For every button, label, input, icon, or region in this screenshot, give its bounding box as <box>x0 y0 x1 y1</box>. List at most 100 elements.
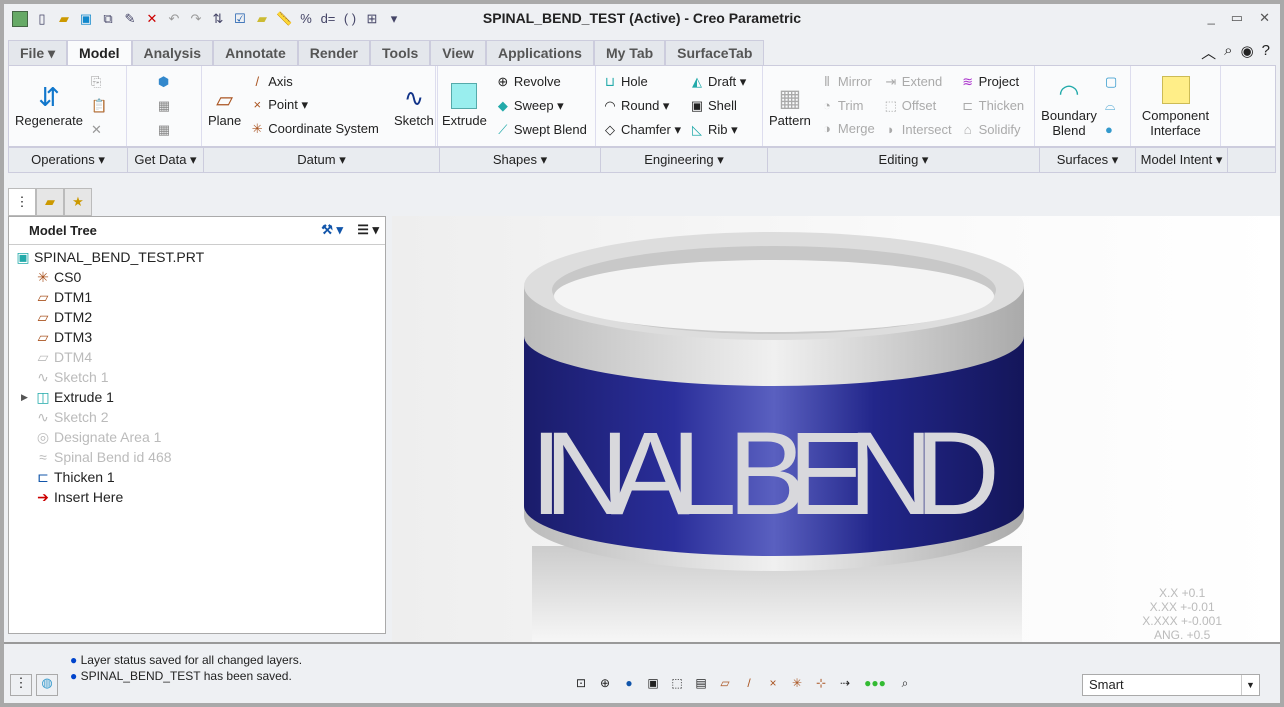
copy-geometry-icon[interactable]: ▦ <box>158 98 170 114</box>
style-icon[interactable]: ⌓ <box>1105 98 1117 114</box>
maximize-icon[interactable]: ▭ <box>1231 10 1243 26</box>
surfaces-group-label[interactable]: Surfaces ▾ <box>1040 148 1136 172</box>
shrinkwrap-icon[interactable]: ▦ <box>158 122 170 138</box>
tree-item[interactable]: ▶ ◫ Extrude 1 <box>9 387 385 407</box>
axis-display-icon[interactable]: / <box>740 676 758 694</box>
tree-item[interactable]: ⊏ Thicken 1 <box>9 467 385 487</box>
display-style-icon[interactable]: ▣ <box>644 676 662 694</box>
tree-item[interactable]: ▱ DTM1 <box>9 287 385 307</box>
show-browser-icon[interactable]: ◍ <box>36 674 58 696</box>
paste-icon[interactable]: 📋 <box>91 98 107 114</box>
tab-surface-tab[interactable]: SurfaceTab <box>665 40 765 66</box>
saved-views-icon[interactable]: ⬚ <box>668 676 686 694</box>
thicken-button[interactable]: ⊏ Thicken <box>960 98 1024 114</box>
draft-button[interactable]: ◭ Draft ▾ <box>689 74 746 90</box>
tree-show-icon[interactable]: ☰ ▾ <box>357 222 379 238</box>
pattern-button[interactable]: ▦ Pattern <box>769 70 811 142</box>
minimize-icon[interactable]: _ <box>1208 10 1215 26</box>
tree-item[interactable]: ∿ Sketch 2 <box>9 407 385 427</box>
tab-my-tab[interactable]: My Tab <box>593 40 666 66</box>
copy-icon[interactable]: ⎘ <box>91 74 107 90</box>
revolve-button[interactable]: ⊕ Revolve <box>495 74 587 90</box>
operations-group: ⇵ Regenerate ⎘ 📋 ✕ <box>9 66 127 146</box>
help-icon[interactable]: ? <box>1262 42 1270 63</box>
datum-group-label[interactable]: Datum ▾ <box>204 148 440 172</box>
show-navigator-icon[interactable]: ⋮ <box>10 674 32 696</box>
editing-group-label[interactable]: Editing ▾ <box>768 148 1040 172</box>
merge-button[interactable]: ◑ Merge <box>819 121 875 136</box>
sketch-button[interactable]: ∿ Sketch <box>394 70 434 142</box>
tree-item[interactable]: ▱ DTM3 <box>9 327 385 347</box>
engineering-group-label[interactable]: Engineering ▾ <box>601 148 768 172</box>
tab-tools[interactable]: Tools <box>370 40 431 66</box>
fill-icon[interactable]: ▢ <box>1105 74 1117 90</box>
sweep-button[interactable]: ◆ Sweep ▾ <box>495 98 587 114</box>
coordinate-system-button[interactable]: ✳ Coordinate System <box>249 121 379 137</box>
offset-button[interactable]: ⬚ Offset <box>883 98 952 114</box>
shapes-group-label[interactable]: Shapes ▾ <box>440 148 601 172</box>
axis-button[interactable]: / Axis <box>249 74 379 89</box>
tree-settings-icon[interactable]: ⚒ ▾ <box>321 222 343 238</box>
selection-filter-select[interactable]: Smart ▼ <box>1082 674 1260 696</box>
chevron-down-icon[interactable]: ▼ <box>1241 675 1259 695</box>
repaint-icon[interactable]: ● <box>620 676 638 694</box>
get-data-group-label[interactable]: Get Data ▾ <box>128 148 204 172</box>
model-intent-group-label[interactable]: Model Intent ▾ <box>1136 148 1228 172</box>
component-interface-button[interactable]: Component Interface <box>1137 70 1214 142</box>
regenerate-button[interactable]: ⇵ Regenerate <box>15 70 83 142</box>
solidify-button[interactable]: ⌂ Solidify <box>960 122 1025 137</box>
annotation-display-icon[interactable]: ⇢ <box>836 676 854 694</box>
intersect-button[interactable]: ◗ Intersect <box>883 122 952 137</box>
tab-annotate[interactable]: Annotate <box>213 40 298 66</box>
spin-center-icon[interactable]: ⊹ <box>812 676 830 694</box>
project-button[interactable]: ≋ Project <box>960 74 1025 90</box>
trim-button[interactable]: ◔ Trim <box>819 98 875 113</box>
folder-browser-tab-icon[interactable]: ▰ <box>36 188 64 216</box>
csys-display-icon[interactable]: ✳ <box>788 676 806 694</box>
freestyle-icon[interactable]: ● <box>1105 122 1117 137</box>
favorites-tab-icon[interactable]: ★ <box>64 188 92 216</box>
extend-button[interactable]: ⇥ Extend <box>883 74 952 90</box>
point-button[interactable]: × Point ▾ <box>249 97 379 113</box>
tree-item[interactable]: ▱ DTM2 <box>9 307 385 327</box>
graphics-window[interactable]: INAL BEND X.X +0.1 X.XX +-0.01 X.XXX +-0.0… <box>392 216 1280 646</box>
tab-applications[interactable]: Applications <box>485 40 594 66</box>
tab-model[interactable]: Model <box>67 40 132 67</box>
find-icon[interactable]: ⌕ <box>896 676 914 694</box>
tree-item[interactable]: ▱ DTM4 <box>9 347 385 367</box>
search-icon[interactable]: ⌕ <box>1224 42 1232 63</box>
tab-file[interactable]: File ▾ <box>8 40 68 66</box>
plane-display-icon[interactable]: ▱ <box>716 676 734 694</box>
community-icon[interactable]: ◉ <box>1241 42 1254 63</box>
tree-item[interactable]: ∿ Sketch 1 <box>9 367 385 387</box>
tree-item[interactable]: ≈ Spinal Bend id 468 <box>9 447 385 467</box>
tree-item[interactable]: ▣ SPINAL_BEND_TEST.PRT <box>9 247 385 267</box>
round-button[interactable]: ◠ Round ▾ <box>602 98 681 114</box>
close-icon[interactable]: ✕ <box>1259 10 1270 26</box>
zoom-in-icon[interactable]: ⊕ <box>596 676 614 694</box>
tree-item[interactable]: ➔ Insert Here <box>9 487 385 507</box>
point-display-icon[interactable]: × <box>764 676 782 694</box>
refit-icon[interactable]: ⊡ <box>572 676 590 694</box>
chamfer-button[interactable]: ◇ Chamfer ▾ <box>602 122 681 138</box>
tab-view[interactable]: View <box>430 40 486 66</box>
shell-button[interactable]: ▣ Shell <box>689 98 746 114</box>
view-manager-icon[interactable]: ▤ <box>692 676 710 694</box>
tab-analysis[interactable]: Analysis <box>131 40 214 66</box>
boundary-blend-button[interactable]: ◠ Boundary Blend <box>1041 70 1097 142</box>
minimize-ribbon-icon[interactable]: ︿ <box>1201 42 1216 63</box>
rib-button[interactable]: ◺ Rib ▾ <box>689 122 746 138</box>
extrude-button[interactable]: Extrude <box>442 70 487 142</box>
tree-item[interactable]: ✳ CS0 <box>9 267 385 287</box>
expand-icon[interactable]: ▶ <box>21 387 35 407</box>
user-defined-feature-icon[interactable]: ⬢ <box>158 74 170 90</box>
model-tree-tab-icon[interactable]: ⋮ <box>8 188 36 216</box>
mirror-button[interactable]: ⫴ Mirror <box>819 74 875 90</box>
hole-button[interactable]: ⊔ Hole <box>602 74 681 90</box>
operations-group-label[interactable]: Operations ▾ <box>9 148 128 172</box>
delete-icon[interactable]: ✕ <box>91 122 107 138</box>
swept-blend-button[interactable]: ⟋ Swept Blend <box>495 122 587 138</box>
tree-item[interactable]: ◎ Designate Area 1 <box>9 427 385 447</box>
tab-render[interactable]: Render <box>297 40 370 66</box>
plane-button[interactable]: ▱ Plane <box>208 70 241 142</box>
